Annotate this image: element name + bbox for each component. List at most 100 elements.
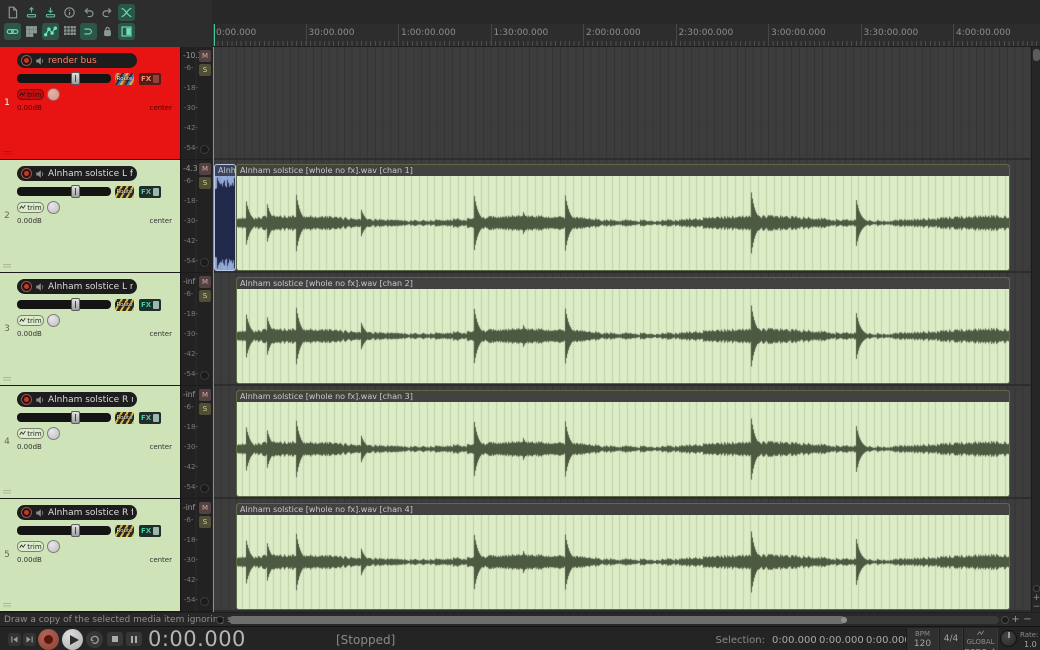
volume-fader[interactable] <box>17 526 111 535</box>
meter-option-knob[interactable] <box>200 145 209 154</box>
vertical-scrollbar[interactable]: + − <box>1031 47 1040 612</box>
route-button[interactable]: Route <box>115 73 134 85</box>
toolbar-snap-grid-button[interactable] <box>61 23 78 40</box>
fx-button[interactable]: FX <box>139 525 161 537</box>
peak-readout[interactable]: -inf <box>183 277 195 286</box>
peak-readout[interactable]: -inf <box>183 503 195 512</box>
record-arm-button[interactable] <box>21 168 32 179</box>
solo-button[interactable]: S <box>199 290 211 302</box>
track-name[interactable]: render bus <box>48 56 97 66</box>
media-item[interactable]: Alnhar <box>214 164 236 271</box>
toolbar-save-project-button[interactable] <box>42 4 59 21</box>
fx-enable-led[interactable] <box>153 75 159 83</box>
trim-envelope-button[interactable]: trim <box>17 541 44 552</box>
arrange-view[interactable]: AlnharAlnham solstice [whole no fx].wav … <box>213 47 1031 612</box>
toolbar-item-grouping-button[interactable] <box>4 23 21 40</box>
record-arm-button[interactable] <box>21 394 32 405</box>
horizontal-scrollbar[interactable] <box>229 616 999 624</box>
toolbar-open-project-button[interactable] <box>23 4 40 21</box>
toolbar-new-project-button[interactable] <box>4 4 21 21</box>
toolbar-undo-button[interactable] <box>80 4 97 21</box>
mute-button[interactable]: M <box>199 276 211 288</box>
mute-button[interactable]: M <box>199 389 211 401</box>
vertical-zoom-knob[interactable] <box>1033 585 1040 592</box>
horizontal-zoom-out-button[interactable]: − <box>1022 614 1033 625</box>
vertical-zoom-out-button[interactable]: − <box>1032 602 1040 612</box>
timeline-ruler[interactable]: 0:00.00030:00.0001:00:00.0001:30:00.0002… <box>213 24 1040 47</box>
track-name-bar[interactable]: Alnham solstice L rear <box>17 279 137 294</box>
route-button[interactable]: Route <box>115 525 134 537</box>
record-arm-button[interactable] <box>21 507 32 518</box>
selection-end-field[interactable]: 0:00.000 <box>819 635 869 646</box>
record-arm-button[interactable] <box>21 281 32 292</box>
horizontal-scroll-knob[interactable] <box>216 616 224 624</box>
fx-button[interactable]: FX <box>139 186 161 198</box>
panel-resize-grip[interactable] <box>3 490 11 495</box>
horizontal-zoom-knob[interactable] <box>1001 616 1009 624</box>
track-panel-5[interactable]: 5Alnham solstice R frontRouteFXtrim0.00d… <box>0 499 212 612</box>
solo-button[interactable]: S <box>199 177 211 189</box>
pause-button[interactable] <box>126 632 142 646</box>
volume-fader[interactable] <box>17 413 111 422</box>
meter-option-knob[interactable] <box>200 484 209 493</box>
mute-button[interactable]: M <box>199 163 211 175</box>
peak-readout[interactable]: -4.3 <box>183 164 198 173</box>
repeat-button[interactable] <box>86 631 103 648</box>
track-name-bar[interactable]: Alnham solstice L front <box>17 166 137 181</box>
pan-knob[interactable] <box>47 540 60 553</box>
pan-knob[interactable] <box>47 427 60 440</box>
toolbar-project-settings-button[interactable] <box>61 4 78 21</box>
media-item[interactable]: Alnham solstice [whole no fx].wav [chan … <box>236 503 1010 610</box>
go-to-end-button[interactable] <box>23 633 36 646</box>
volume-fader-thumb[interactable] <box>71 185 80 198</box>
track-name-bar[interactable]: render bus <box>17 53 137 68</box>
pan-knob[interactable] <box>47 201 60 214</box>
record-button[interactable] <box>38 629 59 650</box>
selection-start-field[interactable]: 0:00.000 <box>772 635 822 646</box>
play-button[interactable] <box>62 629 83 650</box>
playrate-knob[interactable] <box>1000 630 1017 647</box>
meter-option-knob[interactable] <box>200 258 209 267</box>
horizontal-zoom-in-button[interactable]: + <box>1010 614 1021 625</box>
toolbar-ripple-editing-button[interactable] <box>23 23 40 40</box>
route-button[interactable]: Route <box>115 186 134 198</box>
track-name[interactable]: Alnham solstice R front <box>48 508 133 518</box>
trim-envelope-button[interactable]: trim <box>17 202 44 213</box>
track-name[interactable]: Alnham solstice R rear <box>48 395 133 405</box>
volume-fader-thumb[interactable] <box>71 72 80 85</box>
stop-button[interactable] <box>107 632 123 646</box>
toolbar-locking-button[interactable] <box>99 23 116 40</box>
solo-button[interactable]: S <box>199 403 211 415</box>
mute-button[interactable]: M <box>199 50 211 62</box>
track-name[interactable]: Alnham solstice L front <box>48 169 133 179</box>
media-item[interactable]: Alnham solstice [whole no fx].wav [chan … <box>236 277 1010 384</box>
fx-button[interactable]: FX <box>139 299 161 311</box>
global-automation-cell[interactable]: GLOBAL none <box>963 628 998 650</box>
volume-fader-thumb[interactable] <box>71 411 80 424</box>
track-name-bar[interactable]: Alnham solstice R front <box>17 505 137 520</box>
bpm-value[interactable]: 120 <box>907 639 938 649</box>
volume-fader[interactable] <box>17 187 111 196</box>
fx-enable-led[interactable] <box>153 414 159 422</box>
track-panel-4[interactable]: 4Alnham solstice R rearRouteFXtrim0.00dB… <box>0 386 212 499</box>
track-name[interactable]: Alnham solstice L rear <box>48 282 133 292</box>
fx-enable-led[interactable] <box>153 301 159 309</box>
trim-envelope-button[interactable]: trim <box>17 428 44 439</box>
track-panel-2[interactable]: 2Alnham solstice L frontRouteFXtrim0.00d… <box>0 160 212 273</box>
media-item[interactable]: Alnham solstice [whole no fx].wav [chan … <box>236 164 1010 271</box>
trim-envelope-button[interactable]: trim <box>17 89 44 100</box>
toolbar-magnet-snap-button[interactable] <box>80 23 97 40</box>
track-name-bar[interactable]: Alnham solstice R rear <box>17 392 137 407</box>
playrate-value[interactable]: 1.0 <box>1024 640 1037 649</box>
panel-resize-grip[interactable] <box>3 264 11 269</box>
volume-fader[interactable] <box>17 74 111 83</box>
time-signature-cell[interactable]: 4/4 <box>939 628 963 650</box>
peak-readout[interactable]: -inf <box>183 390 195 399</box>
mute-button[interactable]: M <box>199 502 211 514</box>
solo-button[interactable]: S <box>199 64 211 76</box>
toolbar-mixer-dock-button[interactable] <box>118 23 135 40</box>
trim-envelope-button[interactable]: trim <box>17 315 44 326</box>
volume-fader-thumb[interactable] <box>71 298 80 311</box>
meter-option-knob[interactable] <box>200 597 209 606</box>
fx-enable-led[interactable] <box>153 188 159 196</box>
